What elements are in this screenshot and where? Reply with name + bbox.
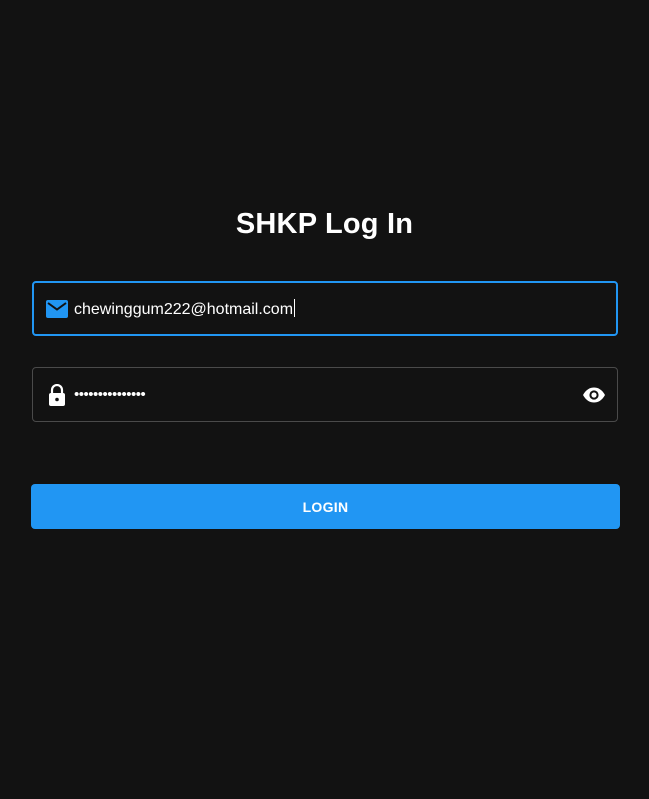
page-title: SHKP Log In	[235, 208, 414, 240]
password-input[interactable]: •••••••••••••••	[74, 387, 581, 402]
password-field[interactable]: •••••••••••••••	[32, 367, 618, 422]
email-input[interactable]: chewinggum222@hotmail.com	[74, 299, 616, 319]
login-page: SHKP Log In chewinggum222@hotmail.com ••…	[0, 0, 649, 799]
mail-icon	[46, 298, 68, 320]
email-field[interactable]: chewinggum222@hotmail.com	[32, 281, 618, 336]
login-button[interactable]: LOGIN	[31, 484, 620, 529]
eye-icon[interactable]	[581, 384, 607, 406]
lock-icon	[46, 383, 68, 406]
